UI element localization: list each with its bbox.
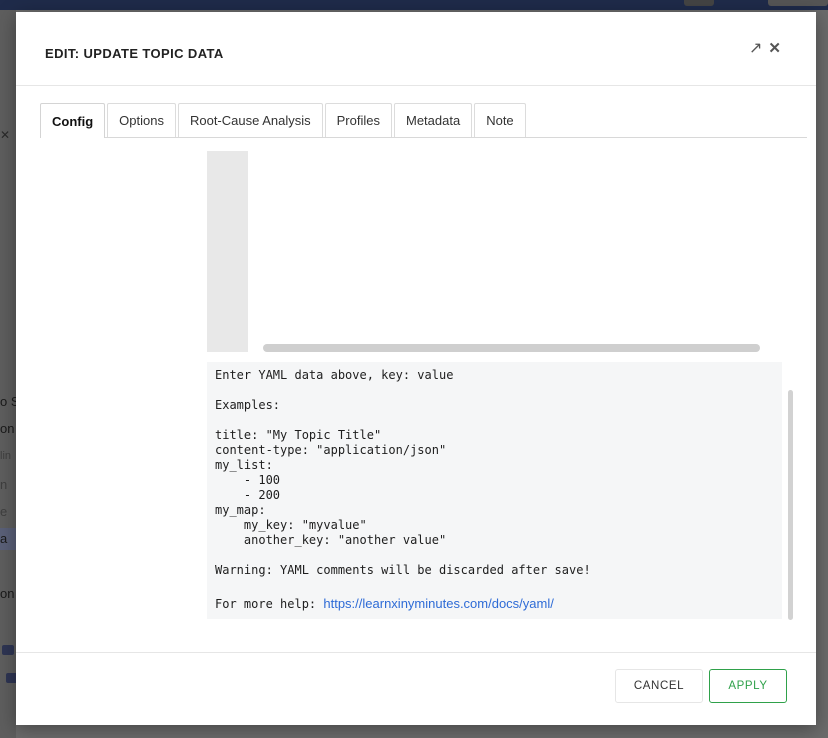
arrow-up-right-icon[interactable]: ↗: [749, 40, 762, 58]
editor-horizontal-scrollbar[interactable]: [263, 344, 760, 352]
background-panel: [0, 10, 16, 738]
tab-bar: Config Options Root-Cause Analysis Profi…: [40, 103, 528, 138]
yaml-docs-link[interactable]: https://learnxinyminutes.com/docs/yaml/: [323, 596, 553, 611]
background-text: e: [0, 504, 8, 519]
tab-metadata[interactable]: Metadata: [394, 103, 473, 137]
background-text: lin: [0, 450, 12, 462]
header-divider: [16, 85, 816, 86]
tab-profiles[interactable]: Profiles: [324, 103, 392, 137]
close-icon[interactable]: ✕: [768, 40, 781, 58]
help-vertical-scrollbar[interactable]: [788, 390, 793, 620]
footer-divider: [16, 652, 816, 653]
background-text: on: [0, 421, 15, 436]
background-topbar-button: [684, 0, 714, 6]
yaml-help-panel: Enter YAML data above, key: value Exampl…: [207, 362, 782, 619]
modal-header-actions: ↗ ✕: [749, 40, 781, 58]
cancel-button[interactable]: CANCEL: [615, 669, 703, 703]
tab-config[interactable]: Config: [40, 103, 106, 138]
background-text: on: [0, 586, 15, 601]
background-chip: [2, 645, 14, 655]
help-prefix: For more help:: [215, 597, 324, 611]
tab-options[interactable]: Options: [107, 103, 176, 137]
yaml-editor-gutter[interactable]: [207, 151, 248, 352]
yaml-help-text: Enter YAML data above, key: value Exampl…: [215, 368, 591, 577]
modal-title: EDIT: UPDATE TOPIC DATA: [45, 46, 224, 61]
background-topbar: [0, 0, 828, 10]
background-text: a: [0, 531, 8, 546]
tab-underline: [40, 137, 807, 138]
help-link-line: For more help: https://learnxinyminutes.…: [215, 596, 554, 612]
apply-button[interactable]: APPLY: [709, 669, 787, 703]
edit-topic-modal: EDIT: UPDATE TOPIC DATA ↗ ✕ Config Optio…: [16, 12, 816, 725]
background-close-icon: ✕: [0, 128, 11, 142]
background-topbar-button: [768, 0, 828, 6]
tab-note[interactable]: Note: [474, 103, 526, 137]
tab-root-cause-analysis[interactable]: Root-Cause Analysis: [177, 103, 323, 137]
background-text: n: [0, 477, 8, 492]
